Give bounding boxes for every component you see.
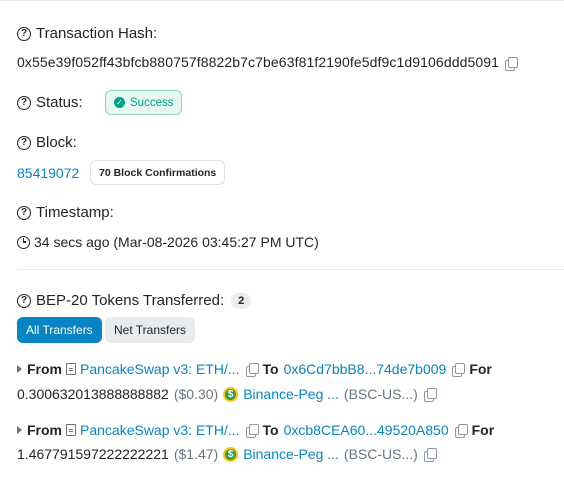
from-address-link[interactable]: PancakeSwap v3: ETH/... [80,422,240,438]
transfer-amount: 1.467791597222222221 [17,446,169,462]
tab-all-transfers[interactable]: All Transfers [17,317,102,343]
hash-value-row: 0x55e39f052ff43bfcb880757f8822b7c7be63f8… [17,54,519,71]
transfer-usd-value: ($0.30) [173,386,219,402]
contract-doc-icon [66,363,76,375]
to-label: To [262,361,279,377]
from-label: From [27,361,62,377]
help-icon[interactable]: ? [17,26,31,41]
clock-icon [17,235,30,249]
transfer-amount-row: 1.467791597222222221 ($1.47) $ Binance-P… [17,446,437,462]
copy-icon[interactable] [245,423,259,438]
copy-icon[interactable] [423,387,437,402]
timestamp-value: 34 secs ago (Mar-08-2026 03:45:27 PM UTC… [34,234,319,250]
status-badge: ✓ Success [105,90,183,115]
token-link[interactable]: Binance-Peg ... [243,446,339,462]
to-address-link[interactable]: 0xcb8CEA60...49520A850 [284,422,449,438]
timestamp-value-row: 34 secs ago (Mar-08-2026 03:45:27 PM UTC… [17,234,319,250]
contract-doc-icon [66,424,76,436]
transfer-amount-row: 0.300632013888888882 ($0.30) $ Binance-P… [17,386,437,402]
copy-icon[interactable] [245,362,259,377]
transaction-details-card: ? Transaction Hash: 0x55e39f052ff43bfcb8… [0,0,564,485]
tokens-count-badge: 2 [231,292,252,309]
tokens-label-row: ? BEP-20 Tokens Transferred: 2 [17,292,252,309]
block-label-row: ? Block: [17,134,77,151]
token-symbol: (BSC-US...) [343,446,418,462]
to-address-link[interactable]: 0x6Cd7bbB8...74de7b009 [284,361,447,377]
timestamp-label: Timestamp: [36,204,114,221]
transfer-row: From PancakeSwap v3: ETH/... To 0x6Cd7bb… [17,361,492,377]
block-label: Block: [36,134,77,151]
copy-icon[interactable] [452,362,466,377]
token-dollar-icon: $ [223,446,239,462]
tokens-label: BEP-20 Tokens Transferred: [36,292,225,309]
from-label: From [27,422,62,438]
token-dollar-icon: $ [223,386,239,402]
help-icon[interactable]: ? [17,205,31,220]
block-number-link[interactable]: 85419072 [17,165,79,181]
section-divider [17,269,564,270]
help-icon[interactable]: ? [17,95,31,110]
token-symbol: (BSC-US...) [343,386,418,402]
status-badge-text: Success [130,96,174,109]
expand-caret-icon[interactable] [17,365,22,373]
hash-value: 0x55e39f052ff43bfcb880757f8822b7c7be63f8… [17,54,500,70]
for-label: For [469,361,492,377]
transfer-row: From PancakeSwap v3: ETH/... To 0xcb8CEA… [17,422,494,438]
tab-net-transfers[interactable]: Net Transfers [105,317,196,343]
check-circle-icon: ✓ [114,97,125,108]
copy-icon[interactable] [505,56,519,71]
token-link[interactable]: Binance-Peg ... [243,386,339,402]
transfer-amount: 0.300632013888888882 [17,386,169,402]
for-label: For [471,422,495,438]
copy-icon[interactable] [423,447,437,462]
status-label: Status: [36,94,83,111]
to-label: To [262,422,279,438]
transfer-usd-value: ($1.47) [173,446,219,462]
status-label-row: ? Status: [17,94,83,111]
copy-icon[interactable] [454,423,468,438]
hash-label-row: ? Transaction Hash: [17,25,157,42]
help-icon[interactable]: ? [17,293,31,308]
expand-caret-icon[interactable] [17,426,22,434]
hash-label: Transaction Hash: [36,25,158,42]
block-confirmations-badge: 70 Block Confirmations [90,160,226,185]
from-address-link[interactable]: PancakeSwap v3: ETH/... [80,361,240,377]
help-icon[interactable]: ? [17,135,31,150]
timestamp-label-row: ? Timestamp: [17,204,114,221]
